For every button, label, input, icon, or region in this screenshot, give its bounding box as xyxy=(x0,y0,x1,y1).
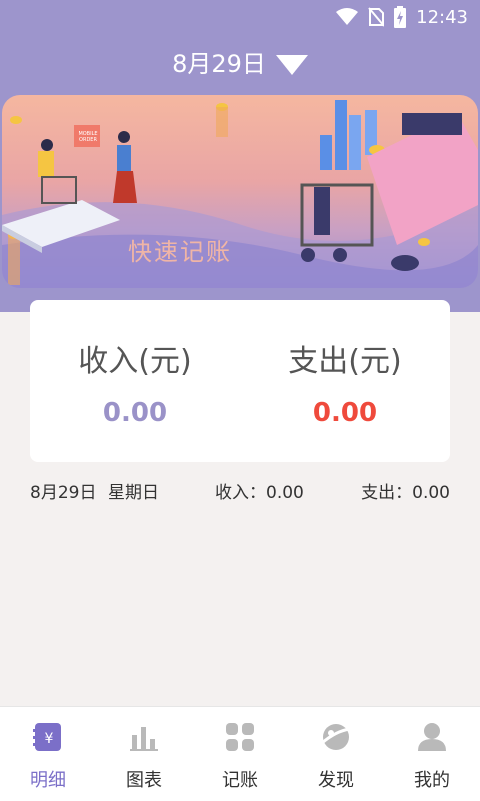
current-date: 8月29日 xyxy=(172,50,266,78)
day-weekday: 星期日 xyxy=(108,483,159,503)
tab-mine[interactable]: 我的 xyxy=(384,707,480,801)
grid-icon xyxy=(226,723,254,751)
tab-discover[interactable]: 发现 xyxy=(288,707,384,801)
day-date: 8月29日 xyxy=(30,483,97,503)
tab-detail[interactable]: ¥ 明细 xyxy=(0,707,96,801)
quick-record-banner[interactable]: MOBILE ORDER xyxy=(2,95,478,288)
battery-charging-icon xyxy=(394,6,407,28)
day-expense: 支出：0.00 xyxy=(361,483,450,503)
day-income: 收入：0.00 xyxy=(215,483,304,503)
user-icon xyxy=(418,723,446,751)
date-selector[interactable]: 8月29日 xyxy=(0,44,480,79)
svg-text:¥: ¥ xyxy=(45,731,54,747)
banner-title: 快速记账 xyxy=(128,238,232,266)
totals-card: 收入(元) 0.00 支出(元) 0.00 xyxy=(30,300,450,462)
tab-label-detail: 明细 xyxy=(30,770,66,791)
status-time: 12:43 xyxy=(416,6,468,28)
tab-chart[interactable]: 图表 xyxy=(96,707,192,801)
status-bar: 12:43 xyxy=(0,0,480,32)
dropdown-triangle-icon xyxy=(275,55,308,75)
planet-icon xyxy=(321,724,351,750)
expense-value: 0.00 xyxy=(312,398,378,428)
bottom-tab-bar: ¥ 明细 图表 记账 发现 我的 xyxy=(0,706,480,801)
tab-label-chart: 图表 xyxy=(126,770,162,791)
banner-sign-text: MOBILE ORDER xyxy=(78,131,98,143)
tab-label-record: 记账 xyxy=(222,770,258,791)
income-value: 0.00 xyxy=(102,398,168,428)
expense-label: 支出(元) xyxy=(288,344,402,379)
tab-record[interactable]: 记账 xyxy=(192,707,288,801)
tab-label-mine: 我的 xyxy=(414,770,450,791)
no-sim-icon xyxy=(368,7,385,27)
wifi-icon xyxy=(336,8,359,25)
income-label: 收入(元) xyxy=(78,344,192,379)
tab-label-discover: 发现 xyxy=(318,770,354,791)
bar-chart-icon xyxy=(130,727,158,751)
ledger-icon: ¥ xyxy=(33,723,61,751)
expense-summary: 支出(元) 0.00 xyxy=(240,300,450,428)
income-summary: 收入(元) 0.00 xyxy=(30,300,240,428)
banner-illustration xyxy=(2,100,478,288)
